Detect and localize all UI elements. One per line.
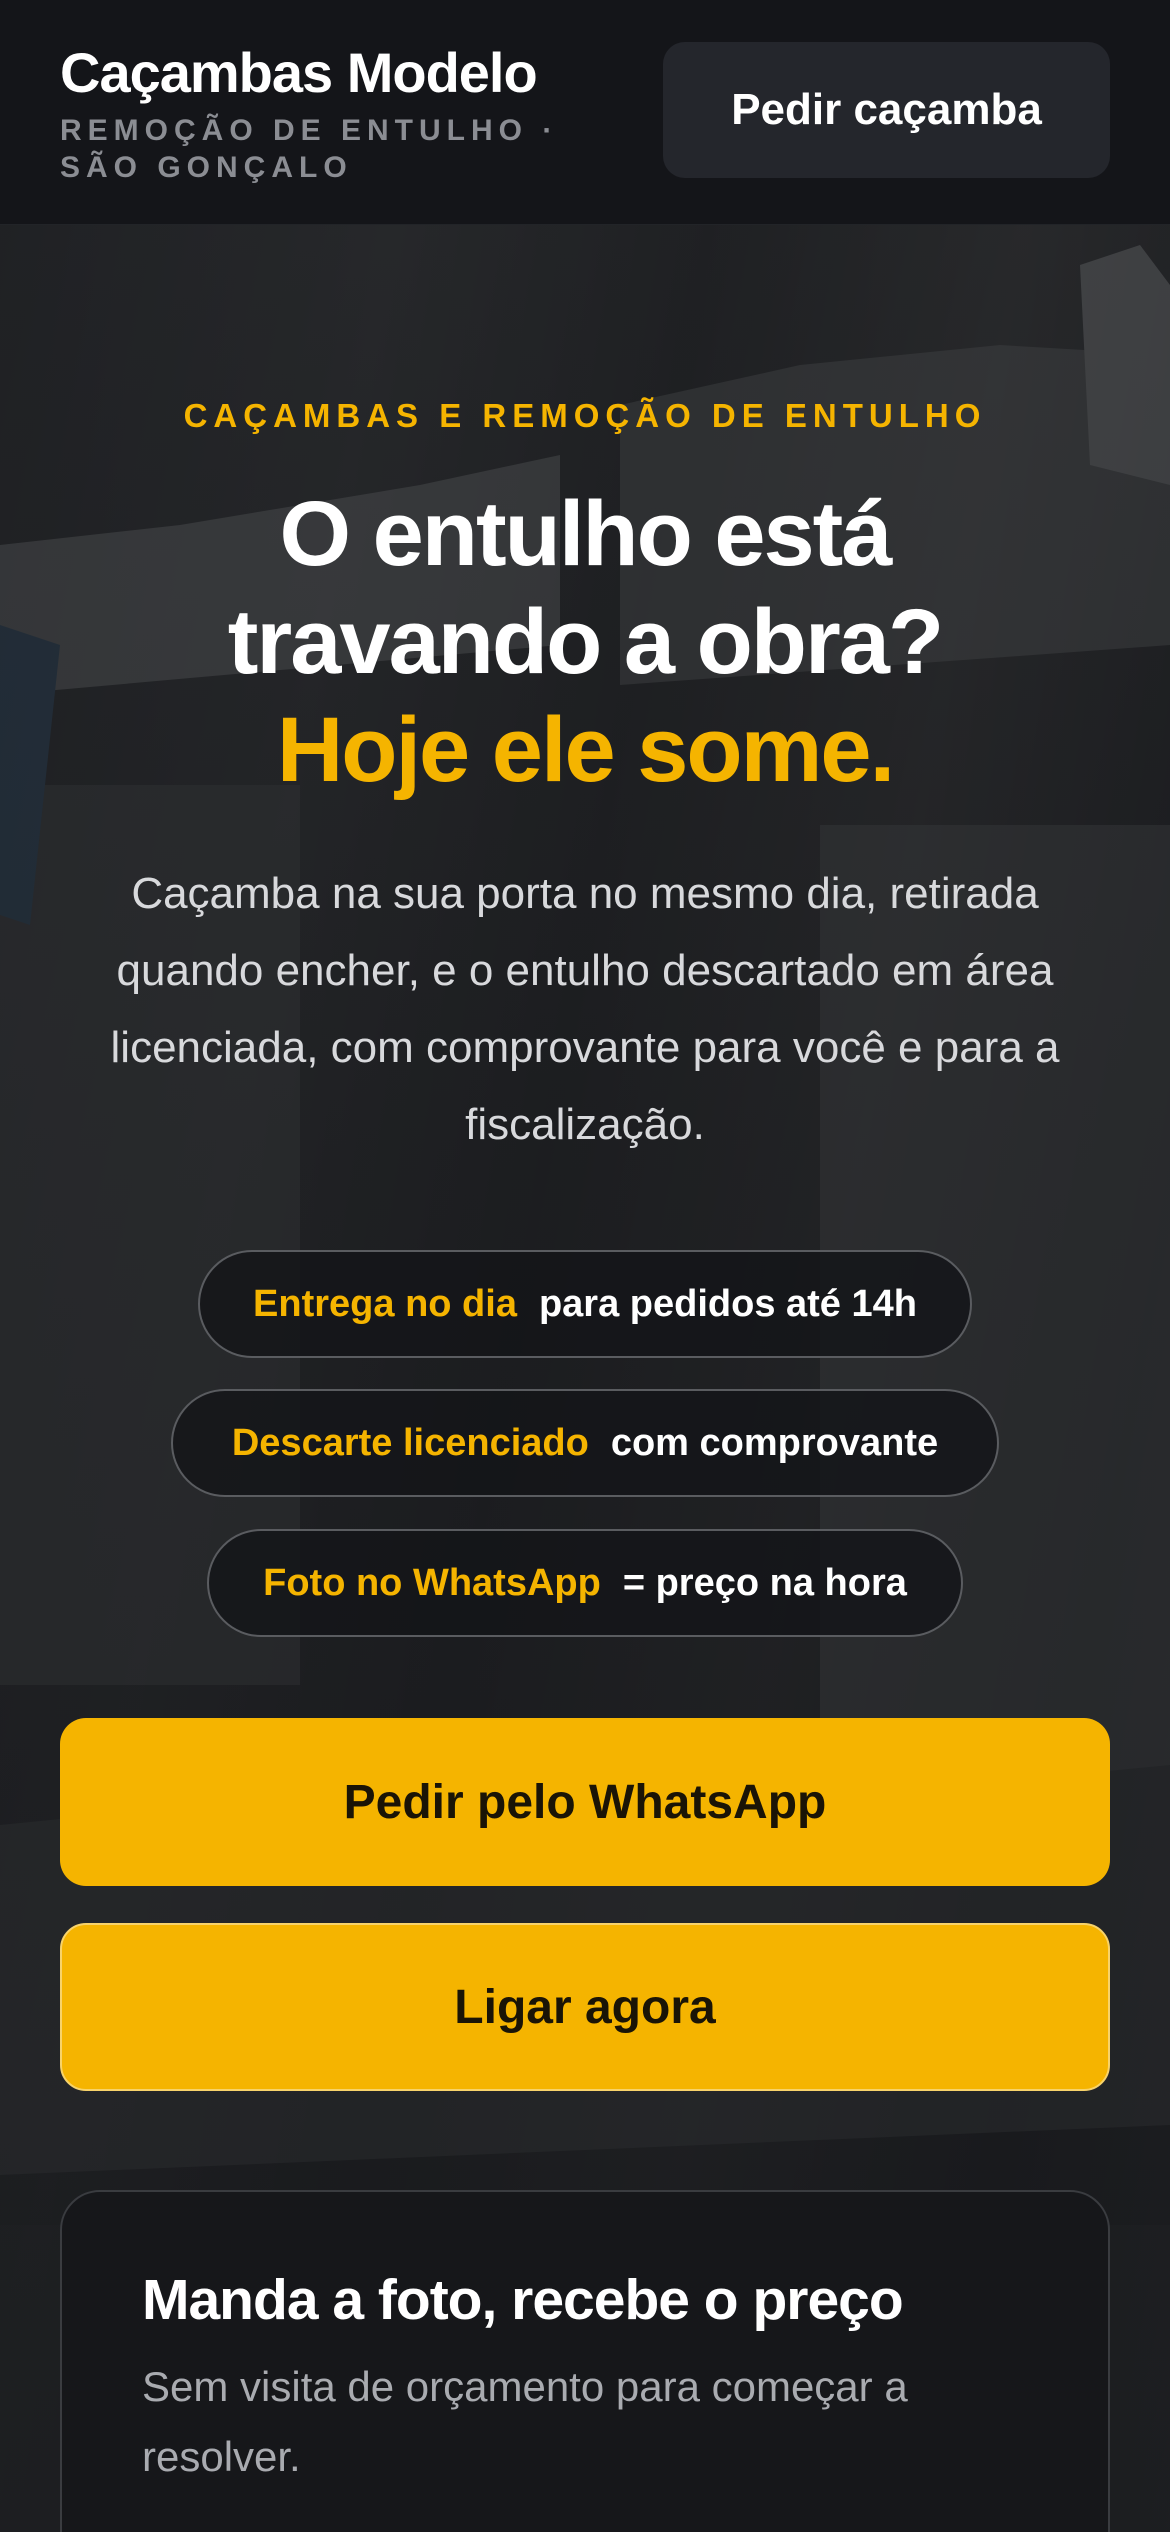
hero-section: CAÇAMBAS E REMOÇÃO DE ENTULHO O entulho … xyxy=(0,225,1170,2532)
headline-accent: Hoje ele some. xyxy=(276,699,895,801)
site-header: Caçambas Modelo REMOÇÃO DE ENTULHO · SÃO… xyxy=(0,0,1170,225)
feature-pill-same-day: Entrega no dia para pedidos até 14h xyxy=(198,1250,972,1358)
hero-description: Caçamba na sua porta no mesmo dia, retir… xyxy=(110,869,1060,1149)
card-description: Sem visita de orçamento para começar a r… xyxy=(142,2363,908,2480)
headline-line-1: O entulho está xyxy=(279,483,893,585)
hero-headline: O entulho está travando a obra? Hoje ele… xyxy=(60,480,1110,804)
feature-pill-licensed-disposal: Descarte licenciado com comprovante xyxy=(171,1389,999,1497)
pill-detail: com comprovante xyxy=(610,1421,939,1464)
pill-accent: Entrega no dia xyxy=(253,1282,517,1325)
brand-name[interactable]: Caçambas Modelo xyxy=(60,40,538,105)
whatsapp-order-button[interactable]: Pedir pelo WhatsApp xyxy=(60,1718,1110,1886)
hero-eyebrow: CAÇAMBAS E REMOÇÃO DE ENTULHO xyxy=(183,397,987,434)
pill-detail: = preço na hora xyxy=(622,1561,907,1604)
order-dumpster-button[interactable]: Pedir caçamba xyxy=(663,42,1110,178)
brand-subtitle: REMOÇÃO DE ENTULHO · SÃO GONÇALO xyxy=(60,114,559,184)
feature-pill-whatsapp-photo: Foto no WhatsApp = preço na hora xyxy=(207,1529,963,1637)
card-title: Manda a foto, recebe o preço xyxy=(142,2268,904,2332)
pill-accent: Foto no WhatsApp xyxy=(263,1561,601,1604)
pill-detail: para pedidos até 14h xyxy=(538,1282,917,1325)
landing-page: Caçambas Modelo REMOÇÃO DE ENTULHO · SÃO… xyxy=(0,0,1170,2532)
headline-line-2: travando a obra? xyxy=(227,591,944,693)
call-now-button[interactable]: Ligar agora xyxy=(60,1923,1110,2091)
pill-accent: Descarte licenciado xyxy=(231,1421,589,1464)
photo-quote-card: Manda a foto, recebe o preço Sem visita … xyxy=(60,2190,1110,2532)
